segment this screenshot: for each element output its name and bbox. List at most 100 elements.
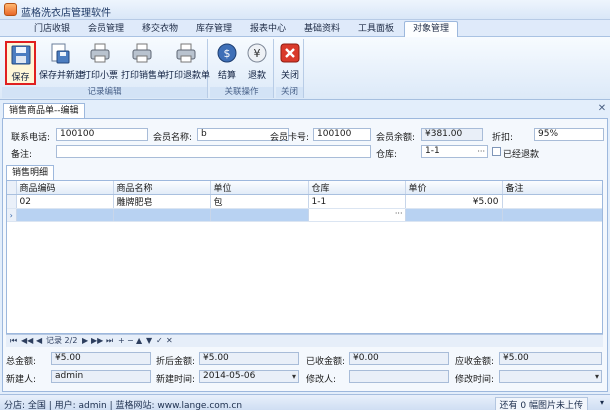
delete-record-icon[interactable]: − <box>127 335 134 347</box>
record-navigator: ⏮ ◀◀ ◀ 记录 2/2 ▶ ▶▶ ⏭ + − ▲ ▼ ✓ ✕ <box>6 334 603 347</box>
new-row[interactable]: › ··· <box>7 208 602 222</box>
column-header-name[interactable]: 商品名称 <box>113 181 211 195</box>
title-bar: 蓝格洗衣店管理软件 <box>0 0 610 20</box>
record-position: 记录 2/2 <box>46 336 78 345</box>
tab-basic-data[interactable]: 基础资料 <box>296 21 348 37</box>
refund-button[interactable]: ¥ 退款 <box>243 41 271 85</box>
ribbon-group-close: 关闭 关闭 <box>276 39 304 98</box>
new-cell-code[interactable] <box>16 208 114 222</box>
last-record-icon[interactable]: ⏭ <box>106 335 113 347</box>
after-discount-label: 折后金额: <box>156 357 196 367</box>
new-cell-unit[interactable] <box>210 208 309 222</box>
card-number-label: 会员卡号: <box>270 133 310 143</box>
print-receipt-button[interactable]: 打印小票 <box>82 41 118 85</box>
column-header-unit[interactable]: 单位 <box>210 181 309 195</box>
after-discount-field: ¥5.00 <box>199 352 299 365</box>
modified-time-label: 修改时间: <box>455 375 495 385</box>
column-header-price[interactable]: 单价 <box>405 181 503 195</box>
tab-reports[interactable]: 报表中心 <box>242 21 294 37</box>
phone-label: 联系电话: <box>11 133 51 143</box>
save-and-new-button[interactable]: 保存并新建 <box>39 41 84 85</box>
svg-text:$: $ <box>224 47 231 60</box>
warehouse-label: 仓库: <box>376 150 398 160</box>
phone-field[interactable]: 100100 <box>56 128 148 141</box>
cell-code[interactable]: 02 <box>16 194 114 209</box>
row-indicator-header <box>7 181 17 195</box>
tab-tools[interactable]: 工具面板 <box>350 21 402 37</box>
cancel-icon[interactable]: ✕ <box>166 335 173 347</box>
note-field[interactable] <box>56 145 371 158</box>
close-icon <box>280 43 300 63</box>
cell-warehouse[interactable]: 1-1 <box>308 194 406 209</box>
new-cell-warehouse[interactable]: ··· <box>308 208 406 222</box>
tab-object-management[interactable]: 对象管理 <box>404 21 458 38</box>
app-title: 蓝格洗衣店管理软件 <box>21 8 111 19</box>
document-tab[interactable]: 销售商品单--编辑 <box>3 103 85 119</box>
upload-status[interactable]: 还有 0 幅图片未上传 <box>494 397 588 410</box>
tab-transfer-clothes[interactable]: 移交衣物 <box>134 21 186 37</box>
new-cell-note[interactable] <box>502 208 602 222</box>
move-up-icon[interactable]: ▲ <box>136 335 142 347</box>
save-button[interactable]: 保存 <box>5 41 36 85</box>
modifier-label: 修改人: <box>306 375 337 385</box>
ellipsis-icon[interactable]: ··· <box>395 209 403 218</box>
discount-label: 折扣: <box>492 133 514 143</box>
column-header-code[interactable]: 商品编码 <box>16 181 114 195</box>
first-record-icon[interactable]: ⏮ <box>10 335 17 347</box>
group-label-close: 关闭 <box>276 87 303 98</box>
column-header-note[interactable]: 备注 <box>502 181 602 195</box>
cell-unit[interactable]: 包 <box>210 194 309 209</box>
settle-label: 结算 <box>217 71 236 81</box>
cell-price[interactable]: ¥5.00 <box>405 194 503 209</box>
receivable-field: ¥5.00 <box>499 352 602 365</box>
refund-label: 退款 <box>247 71 266 81</box>
prev-record-icon[interactable]: ◀ <box>36 335 42 347</box>
group-label-related-ops: 关联操作 <box>210 87 273 98</box>
card-number-field[interactable]: 100100 <box>313 128 371 141</box>
row-indicator <box>7 194 17 209</box>
total-label: 总金额: <box>6 357 37 367</box>
tab-member-management[interactable]: 会员管理 <box>80 21 132 37</box>
confirm-icon[interactable]: ✓ <box>156 335 163 347</box>
new-row-indicator-icon: › <box>7 208 17 222</box>
close-button[interactable]: 关闭 <box>277 41 303 85</box>
next-record-icon[interactable]: ▶ <box>82 335 88 347</box>
chevron-down-icon[interactable]: ▾ <box>292 371 296 382</box>
refunded-checkbox[interactable] <box>492 147 501 156</box>
next-page-icon[interactable]: ▶▶ <box>91 335 103 347</box>
chevron-down-icon[interactable]: ▾ <box>600 398 604 407</box>
tab-sales-detail[interactable]: 销售明细 <box>6 165 55 180</box>
status-bar: 分店: 全国 | 用户: admin | 蓝格网站: www.lange.com… <box>0 394 610 410</box>
document-close-icon[interactable]: ✕ <box>597 104 607 114</box>
add-record-icon[interactable]: + <box>118 335 125 347</box>
discount-field[interactable]: 95% <box>534 128 604 141</box>
print-sales-order-button[interactable]: 打印销售单 <box>121 41 167 85</box>
created-time-label: 新建时间: <box>156 375 196 385</box>
new-cell-price[interactable] <box>405 208 503 222</box>
app-logo-icon <box>4 3 17 16</box>
warehouse-field[interactable]: 1-1 ··· <box>421 145 488 158</box>
refunded-label: 已经退款 <box>503 150 540 160</box>
member-name-label: 会员名称: <box>153 133 193 143</box>
created-time-field: 2014-05-06 ▾ <box>199 370 299 383</box>
chevron-down-icon[interactable]: ▾ <box>595 371 599 382</box>
cell-note[interactable] <box>502 194 602 209</box>
table-row[interactable]: 02 雕牌肥皂 包 1-1 ¥5.00 <box>7 194 602 209</box>
print-sales-order-label: 打印销售单 <box>121 71 167 81</box>
print-refund-order-button[interactable]: 打印退款单 <box>165 41 210 85</box>
note-label: 备注: <box>11 150 33 160</box>
column-header-warehouse[interactable]: 仓库 <box>308 181 406 195</box>
tab-inventory[interactable]: 库存管理 <box>188 21 240 37</box>
prev-page-icon[interactable]: ◀◀ <box>21 335 33 347</box>
cell-name[interactable]: 雕牌肥皂 <box>113 194 211 209</box>
ribbon-group-record-edit: 保存 保存并新建 打印小票 打印销售单 打印退款单 记录编辑 <box>2 39 210 98</box>
move-down-icon[interactable]: ▼ <box>146 335 152 347</box>
ellipsis-icon[interactable]: ··· <box>477 146 485 157</box>
floppy-disk-icon <box>11 45 30 65</box>
new-cell-name[interactable] <box>113 208 211 222</box>
status-text: 分店: 全国 | 用户: admin | 蓝格网站: www.lange.com… <box>4 401 243 410</box>
tab-store-cashier[interactable]: 门店收银 <box>26 21 78 37</box>
settle-button[interactable]: $ 结算 <box>213 41 241 85</box>
printer-icon <box>176 43 196 63</box>
received-label: 已收金额: <box>306 357 346 367</box>
